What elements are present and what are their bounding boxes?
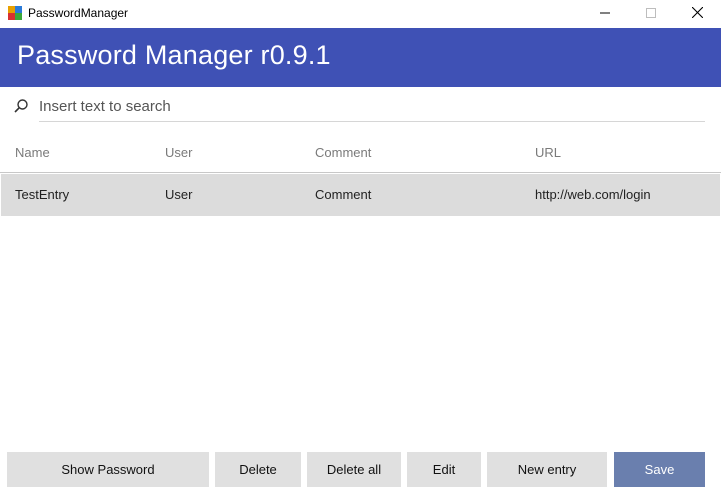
maximize-icon xyxy=(646,5,656,23)
column-header-comment[interactable]: Comment xyxy=(315,145,371,160)
table-header: Name User Comment URL xyxy=(0,133,721,173)
close-button[interactable] xyxy=(674,0,720,28)
cell-url: http://web.com/login xyxy=(535,187,651,202)
search-input[interactable] xyxy=(39,92,705,122)
app-window: PasswordManager Password Manager r0.9.1 xyxy=(0,0,721,493)
column-header-url[interactable]: URL xyxy=(535,145,561,160)
minimize-icon xyxy=(600,5,610,23)
edit-button[interactable]: Edit xyxy=(407,452,481,487)
window-title: PasswordManager xyxy=(28,6,129,20)
close-icon xyxy=(691,5,703,23)
title-bar: PasswordManager xyxy=(0,0,721,28)
save-button[interactable]: Save xyxy=(614,452,705,487)
table-row[interactable]: TestEntry User Comment http://web.com/lo… xyxy=(1,174,720,216)
column-header-user[interactable]: User xyxy=(165,145,192,160)
cell-comment: Comment xyxy=(315,187,372,202)
minimize-button[interactable] xyxy=(582,0,628,28)
show-password-button[interactable]: Show Password xyxy=(7,452,209,487)
search-icon xyxy=(13,98,29,114)
app-header: Password Manager r0.9.1 xyxy=(0,28,721,87)
cell-name: TestEntry xyxy=(15,187,70,202)
delete-button[interactable]: Delete xyxy=(215,452,301,487)
app-icon xyxy=(8,6,22,20)
maximize-button[interactable] xyxy=(628,0,674,28)
delete-all-button[interactable]: Delete all xyxy=(307,452,401,487)
column-header-name[interactable]: Name xyxy=(15,145,50,160)
app-title: Password Manager r0.9.1 xyxy=(17,40,331,70)
new-entry-button[interactable]: New entry xyxy=(487,452,607,487)
cell-user: User xyxy=(165,187,193,202)
